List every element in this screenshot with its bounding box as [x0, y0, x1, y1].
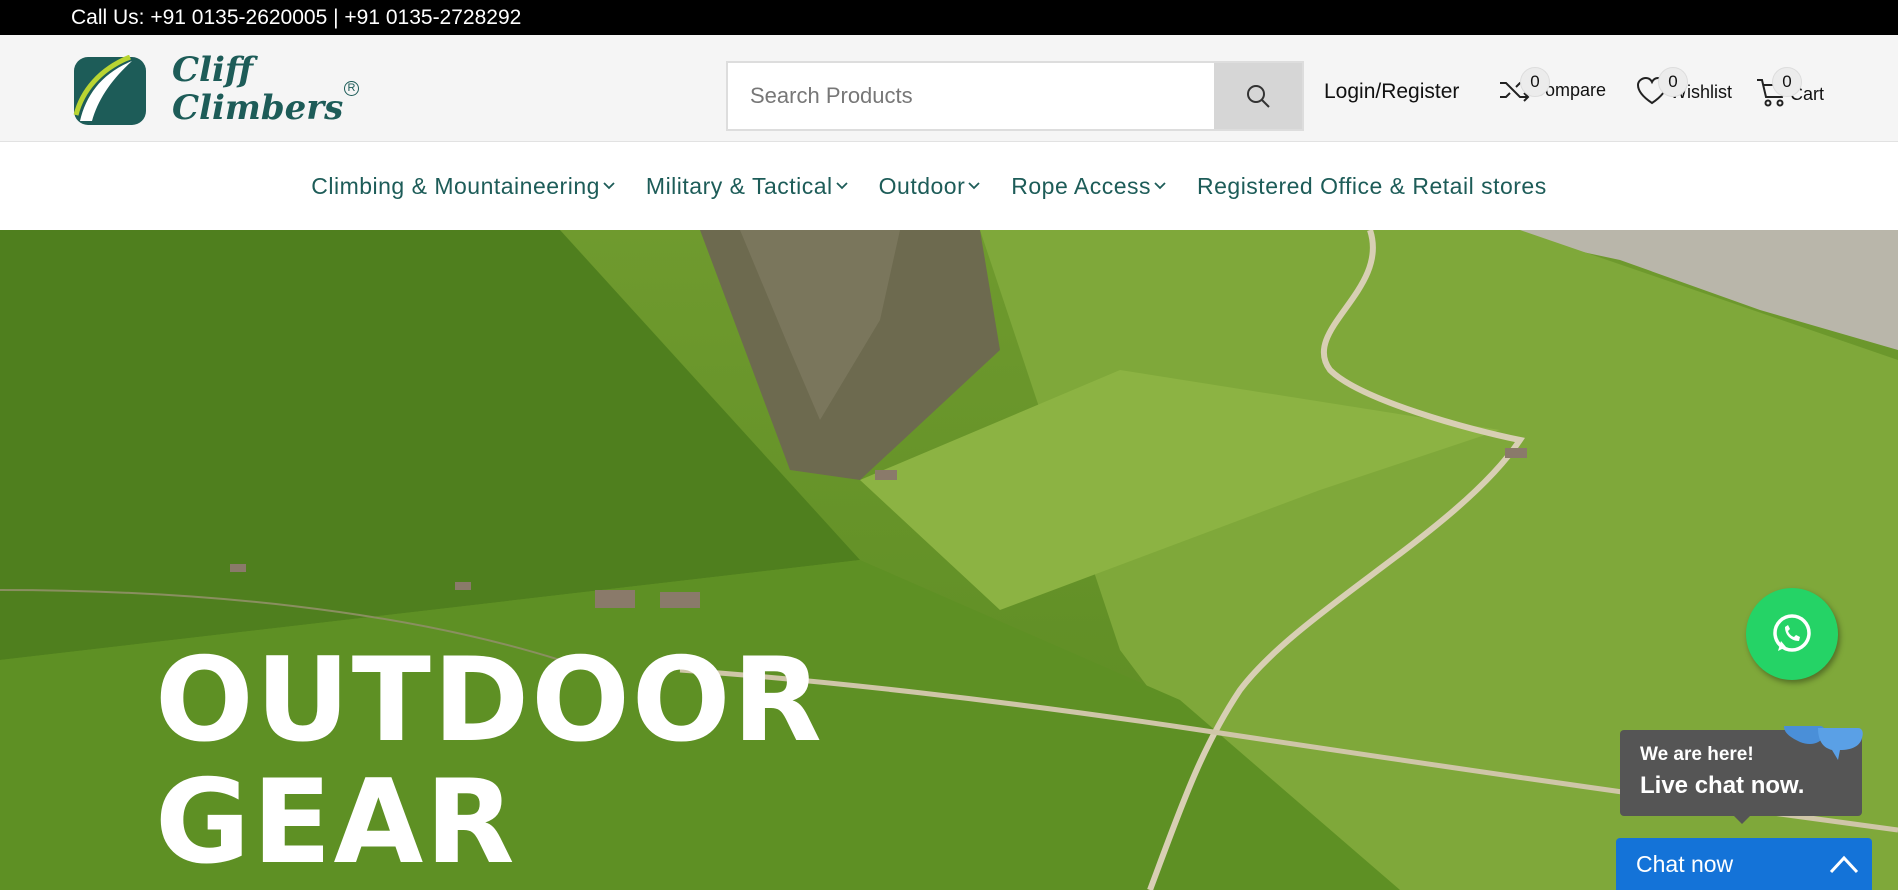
site-logo[interactable]: Cliff Climbers R: [72, 51, 362, 131]
top-contact-bar: Call Us: +91 0135-2620005 | +91 0135-272…: [0, 0, 1898, 35]
compare-count-badge: 0: [1520, 67, 1550, 97]
chat-now-button[interactable]: Chat now: [1616, 838, 1872, 890]
chevron-down-icon: [603, 182, 615, 190]
nav-item-label: Military & Tactical: [645, 172, 833, 199]
chevron-down-icon: [1154, 182, 1166, 190]
nav-item-label: Climbing & Mountaineering: [311, 172, 600, 199]
search-input[interactable]: [728, 63, 1214, 129]
hero-banner: OUTDOOR GEAR: [0, 230, 1898, 890]
search-button[interactable]: [1214, 63, 1302, 129]
main-navigation: Climbing & Mountaineering Military & Tac…: [0, 142, 1898, 230]
chevron-down-icon: [836, 182, 848, 190]
login-register-link[interactable]: Login/Register: [1324, 80, 1459, 104]
chat-now-label: Chat now: [1636, 851, 1734, 877]
nav-item-label: Registered Office & Retail stores: [1197, 172, 1547, 199]
logo-mark-icon: [73, 55, 146, 125]
compare-button[interactable]: Compare 0: [1498, 67, 1606, 103]
cart-button[interactable]: Cart 0: [1756, 67, 1824, 107]
chat-bubble-line-2: Live chat now.: [1640, 772, 1805, 799]
call-us-text: Call Us: +91 0135-2620005 | +91 0135-272…: [71, 6, 522, 29]
nav-item-rope-access[interactable]: Rope Access: [1011, 173, 1167, 200]
hero-title-line-2: GEAR: [155, 755, 517, 890]
search-icon: [1247, 85, 1270, 108]
nav-item-label: Outdoor: [878, 172, 966, 199]
search-bar: [726, 61, 1304, 131]
chat-bubble-tail: [1732, 814, 1752, 824]
logo-line-2: Climbers: [172, 88, 344, 128]
nav-item-outdoor[interactable]: Outdoor: [879, 173, 982, 200]
logo-wordmark: Cliff Climbers: [172, 51, 343, 127]
logo-line-1: Cliff: [172, 50, 254, 90]
nav-item-label: Rope Access: [1011, 172, 1151, 199]
hero-title-line-1: OUTDOOR: [155, 633, 824, 768]
cart-count-badge: 0: [1772, 67, 1802, 97]
wishlist-button[interactable]: Wishlist 0: [1636, 67, 1732, 105]
whatsapp-button[interactable]: [1746, 588, 1838, 680]
whatsapp-icon: [1773, 614, 1811, 652]
registered-mark: R: [344, 81, 359, 96]
chevron-down-icon: [968, 182, 980, 190]
site-header: Cliff Climbers R Login/Register Compare …: [0, 35, 1898, 142]
hero-title: OUTDOOR GEAR: [155, 640, 824, 884]
wishlist-count-badge: 0: [1658, 67, 1688, 97]
chevron-up-icon: [1829, 855, 1859, 874]
chat-invite-bubble[interactable]: We are here! Live chat now.: [1620, 726, 1863, 816]
nav-item-climbing-mountaineering[interactable]: Climbing & Mountaineering: [311, 173, 616, 200]
nav-item-military-tactical[interactable]: Military & Tactical: [646, 173, 849, 200]
nav-item-registered-office[interactable]: Registered Office & Retail stores: [1197, 173, 1547, 200]
chat-bubbles-icon: [1784, 726, 1863, 760]
